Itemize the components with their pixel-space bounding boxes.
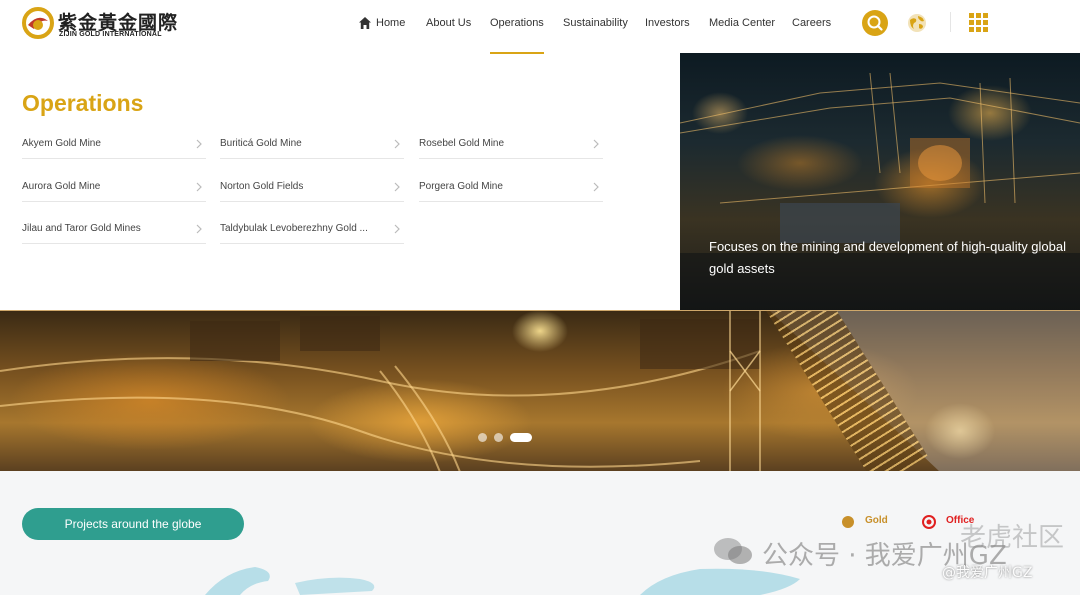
- corner-watermark: 老虎社区: [960, 523, 1065, 553]
- carousel-dot-2[interactable]: [494, 433, 503, 442]
- wechat-icon: [714, 538, 752, 564]
- chevron-right-icon: [394, 139, 400, 149]
- home-icon[interactable]: [358, 16, 372, 30]
- operation-link-taldybulak[interactable]: Taldybulak Levoberezhny Gold ...: [220, 222, 404, 244]
- carousel-dot-1[interactable]: [478, 433, 487, 442]
- chevron-right-icon: [593, 182, 599, 192]
- zijin-logo-icon: [22, 7, 54, 39]
- brand-name-en: ZIJIN GOLD INTERNATIONAL: [59, 31, 162, 38]
- header-divider: [950, 12, 951, 32]
- mine-banner-carousel: [0, 310, 1080, 471]
- operation-link-label: Aurora Gold Mine: [22, 181, 101, 192]
- chevron-right-icon: [593, 139, 599, 149]
- operation-link-label: Taldybulak Levoberezhny Gold ...: [220, 223, 368, 234]
- operation-link-buritica[interactable]: Buriticá Gold Mine: [220, 137, 404, 159]
- operation-link-akyem[interactable]: Akyem Gold Mine: [22, 137, 206, 159]
- operation-link-label: Porgera Gold Mine: [419, 181, 503, 192]
- nav-operations[interactable]: Operations: [490, 17, 544, 54]
- nav-investors[interactable]: Investors: [645, 17, 690, 29]
- global-projects-section: Projects around the globe Gold Office: [0, 471, 1080, 595]
- operations-hero-image: Focuses on the mining and development of…: [680, 53, 1080, 310]
- operation-link-label: Jilau and Taror Gold Mines: [22, 223, 141, 234]
- handle-watermark: @我爱广州GZ: [942, 565, 1033, 581]
- operation-link-aurora[interactable]: Aurora Gold Mine: [22, 180, 206, 202]
- site-header: 紫金黃金國際 ZIJIN GOLD INTERNATIONAL Home Abo…: [0, 0, 1080, 54]
- chevron-right-icon: [196, 182, 202, 192]
- search-icon: [867, 15, 883, 31]
- chevron-right-icon: [394, 224, 400, 234]
- operations-title: Operations: [22, 90, 144, 116]
- operation-link-norton[interactable]: Norton Gold Fields: [220, 180, 404, 202]
- chevron-right-icon: [196, 139, 202, 149]
- search-button[interactable]: [862, 10, 888, 36]
- operation-link-porgera[interactable]: Porgera Gold Mine: [419, 180, 603, 202]
- operation-link-label: Buriticá Gold Mine: [220, 138, 302, 149]
- hero-caption: Focuses on the mining and development of…: [709, 239, 1067, 276]
- operation-link-label: Norton Gold Fields: [220, 181, 304, 192]
- carousel-dot-3[interactable]: [510, 433, 532, 442]
- nav-about-us[interactable]: About Us: [426, 17, 471, 29]
- operation-link-label: Rosebel Gold Mine: [419, 138, 505, 149]
- operation-link-label: Akyem Gold Mine: [22, 138, 101, 149]
- chevron-right-icon: [196, 224, 202, 234]
- operation-link-jilau-taror[interactable]: Jilau and Taror Gold Mines: [22, 222, 206, 244]
- world-map-graphic: [205, 567, 800, 595]
- nav-media-center[interactable]: Media Center: [709, 17, 775, 29]
- brand-logo[interactable]: 紫金黃金國際 ZIJIN GOLD INTERNATIONAL: [22, 7, 177, 41]
- grid-menu-icon[interactable]: [969, 13, 989, 33]
- chevron-right-icon: [394, 182, 400, 192]
- nav-home[interactable]: Home: [376, 17, 405, 29]
- nav-careers[interactable]: Careers: [792, 17, 831, 29]
- operation-link-rosebel[interactable]: Rosebel Gold Mine: [419, 137, 603, 159]
- nav-sustainability[interactable]: Sustainability: [563, 17, 628, 29]
- globe-language-icon[interactable]: [906, 12, 928, 34]
